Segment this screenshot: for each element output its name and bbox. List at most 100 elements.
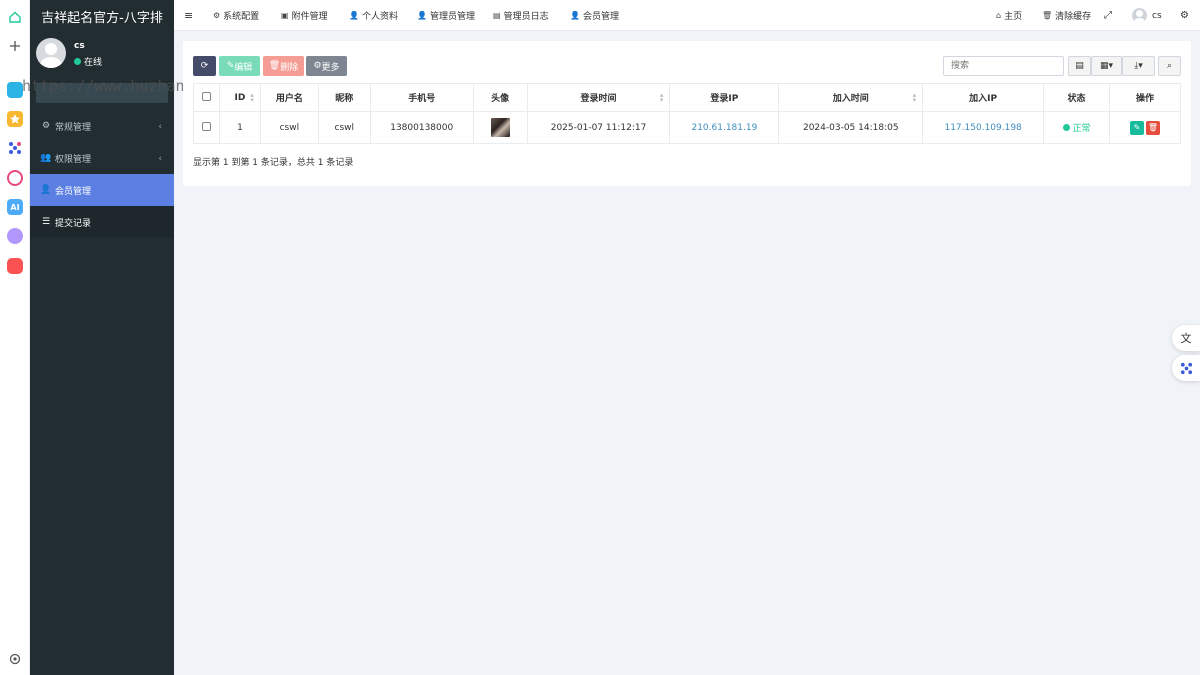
tab-attachments[interactable]: ▣ 附件管理 (281, 0, 328, 31)
login-ip-link[interactable]: 210.61.181.19 (691, 123, 757, 133)
sidebar-menu: ⚙ 常规管理 ‹ 👥 权限管理 ‹ 👤 会员管理 ☰ 提交记录 (30, 110, 174, 238)
ai-app-icon[interactable]: AI (7, 199, 23, 215)
refresh-button[interactable]: ⟳ (193, 56, 216, 76)
column-header[interactable]: 登录时间 ▴ ▾ (526, 83, 671, 112)
status-badge[interactable]: 正常 (1062, 121, 1091, 134)
clear-cache-button[interactable]: 🗑 清除缓存 (1042, 0, 1091, 31)
row-edit-button[interactable]: ✎ (1130, 120, 1144, 135)
column-header: 手机号 (369, 83, 474, 112)
pagination-summary: 显示第 1 到第 1 条记录，总共 1 条记录 (193, 158, 354, 168)
columns-icon: ▦▾ (1099, 61, 1114, 71)
row-delete-button[interactable]: 🗑 (1146, 120, 1160, 135)
refresh-icon: ⟳ (200, 61, 209, 71)
home-icon: ⌂ (996, 11, 1002, 20)
chevron-left-icon: ‹ (158, 154, 162, 164)
app-chat-icon[interactable] (7, 82, 23, 98)
list-view-icon: ▤ (1075, 61, 1084, 71)
join-ip-link[interactable]: 117.150.109.198 (944, 123, 1021, 133)
search-button[interactable]: ⌕ (1158, 56, 1181, 76)
search-input[interactable] (943, 56, 1064, 76)
gamepad-app-icon[interactable] (7, 258, 23, 274)
home-icon[interactable] (7, 9, 23, 25)
columns-button[interactable]: ▦▾ (1091, 56, 1122, 76)
cell-nickname: cswl (317, 111, 371, 144)
user-status-label: 在线 (84, 58, 103, 68)
tab-system-config[interactable]: ⚙ 系统配置 (213, 0, 259, 31)
avatar (36, 38, 66, 68)
network-float-icon[interactable] (1172, 355, 1200, 381)
export-button[interactable]: ⤓▾ (1122, 56, 1155, 76)
cell-username: cswl (259, 111, 319, 144)
column-header[interactable]: 加入时间 ▴ ▾ (778, 83, 924, 112)
column-label: 登录时间 (580, 94, 617, 104)
app-icon-rail: AI (0, 0, 30, 675)
list-alt-icon: ▤ (493, 11, 501, 20)
tab-label: 附件管理 (291, 12, 328, 22)
column-label: ID (234, 92, 246, 103)
sidebar-item-permissions[interactable]: 👥 权限管理 ‹ (30, 142, 174, 174)
column-header[interactable]: ID ▴ ▾ (218, 83, 261, 112)
gear-icon: ⚙ (213, 11, 221, 20)
file-image-icon: ▣ (281, 11, 289, 20)
sidebar-item-general[interactable]: ⚙ 常规管理 ‹ (30, 110, 174, 142)
bot-app-icon[interactable] (7, 228, 23, 244)
sidebar: 吉祥起名官方-八字排 cs 在线 ⚙ 常规管理 ‹ 👥 权限管理 ‹ 👤 会员管… (30, 0, 174, 675)
star-app-icon[interactable] (7, 111, 23, 127)
delete-label: 删除 (280, 62, 299, 73)
tab-profile[interactable]: 👤 个人资料 (349, 0, 398, 31)
user-name: cs (74, 41, 85, 51)
status-dot-icon (1062, 124, 1070, 131)
tab-label: 个人资料 (361, 12, 398, 22)
trash-icon: 🗑 (1042, 11, 1053, 20)
status-label: 正常 (1072, 124, 1091, 134)
sort-icon: ▴ ▾ (912, 91, 917, 104)
edit-button[interactable]: ✎ 编辑 (219, 56, 260, 76)
add-icon[interactable] (7, 38, 23, 54)
cogs-icon: ⚙ (41, 121, 51, 131)
tab-admin-log[interactable]: ▤ 管理员日志 (493, 0, 549, 31)
clear-cache-label: 清除缓存 (1055, 12, 1092, 22)
toggle-view-button[interactable]: ▤ (1068, 56, 1091, 76)
gears-icon[interactable]: ⚙ (1180, 0, 1189, 31)
more-button[interactable]: ⚙ 更多 (306, 56, 347, 76)
row-checkbox[interactable] (201, 121, 211, 131)
edit-label: 编辑 (234, 62, 253, 73)
brand-title[interactable]: 吉祥起名官方-八字排 (30, 0, 174, 32)
table-header-row: ID ▴ ▾ 用户名 昵称 手机号 头像 登录时间 ▴ ▾ 登录IP 加入时间 ▴ ▾ 加入… (193, 83, 1181, 112)
user-panel: cs 在线 (30, 32, 174, 76)
select-all-checkbox[interactable] (201, 91, 211, 101)
home-link[interactable]: ⌂ 主页 (996, 0, 1022, 31)
sidebar-item-label: 常规管理 (55, 122, 92, 133)
fullscreen-icon[interactable]: ⤢ (1104, 0, 1112, 31)
tab-admin-manage[interactable]: 👤 管理员管理 (417, 0, 475, 31)
delete-button[interactable]: 🗑 删除 (263, 56, 304, 76)
column-header: 操作 (1109, 83, 1181, 112)
cell-login-ip: 210.61.181.19 (669, 111, 780, 144)
tab-label: 系统配置 (223, 12, 260, 22)
ai-ring-app-icon[interactable] (7, 170, 23, 186)
menu-toggle-button[interactable]: ≡ (184, 0, 193, 31)
user-status: 在线 (74, 55, 102, 68)
sort-icon: ▴ ▾ (250, 91, 254, 104)
trash-icon: 🗑 (268, 61, 281, 71)
row-select-cell (193, 111, 220, 144)
top-navbar: ≡ ⚙ 系统配置 ▣ 附件管理 👤 个人资料 👤 管理员管理 ▤ 管理员日志 👤 会员管理 … (174, 0, 1200, 31)
more-label: 更多 (321, 62, 340, 73)
sidebar-item-submissions[interactable]: ☰ 提交记录 (30, 206, 174, 238)
sidebar-item-members[interactable]: 👤 会员管理 (30, 174, 174, 206)
column-label: 加入时间 (832, 94, 869, 104)
cell-mobile: 13800138000 (369, 111, 474, 144)
table-row: 1 cswl cswl 13800138000 2025-01-07 11:12… (193, 111, 1181, 144)
translate-icon[interactable]: 文 (1172, 325, 1200, 351)
member-list-panel: ⟳ ✎编辑 🗑删除 ⚙更多 ▤ ▦▾ ⤓▾ ⌕ ID▴▾ 用户名 昵称 (183, 41, 1191, 186)
settings-icon[interactable] (7, 651, 23, 667)
avatar-thumbnail[interactable] (490, 118, 510, 137)
column-header: 头像 (472, 83, 528, 112)
user-menu[interactable]: cs (1132, 0, 1162, 31)
tab-member-manage[interactable]: 👤 会员管理 (570, 0, 619, 31)
sidebar-item-label: 会员管理 (55, 186, 92, 197)
column-header: 状态 (1043, 83, 1110, 112)
chevron-left-icon: ‹ (158, 122, 162, 132)
sidebar-item-label: 提交记录 (55, 218, 92, 229)
network-app-icon[interactable] (7, 140, 23, 156)
